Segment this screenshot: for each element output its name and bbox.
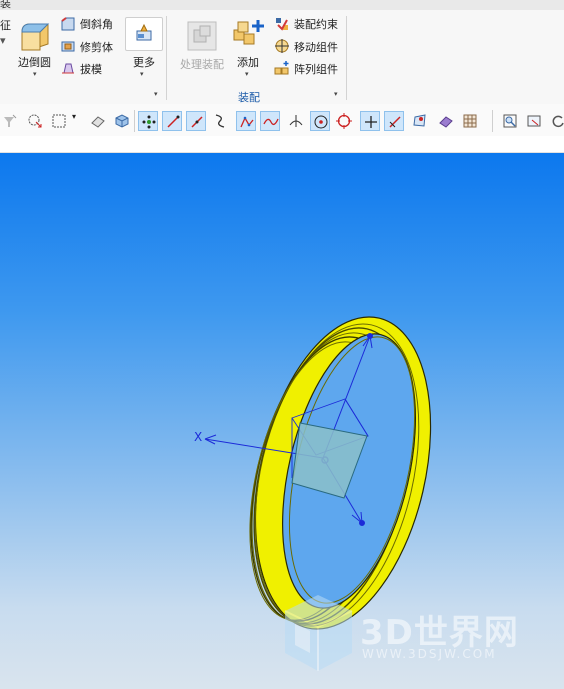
edge-blend-label: 边倒圆 bbox=[18, 56, 51, 69]
chamfer-icon bbox=[61, 17, 75, 31]
view-solid-icon[interactable] bbox=[112, 111, 132, 131]
x-axis-label: X bbox=[194, 430, 203, 444]
add-label: 添加 bbox=[237, 56, 259, 69]
feature-label-fragment: 征 bbox=[0, 19, 11, 32]
snap-grid-icon[interactable] bbox=[460, 111, 480, 131]
view-shaded-icon[interactable] bbox=[88, 111, 108, 131]
snap-curve-icon[interactable] bbox=[186, 111, 206, 131]
selection-toolbar: ▾ bbox=[0, 104, 564, 137]
snap-face-icon[interactable] bbox=[410, 111, 430, 131]
snap-endpoint-icon[interactable] bbox=[138, 111, 158, 131]
move-component-label: 移动组件 bbox=[294, 41, 338, 54]
process-assembly-label: 处理装配 bbox=[180, 58, 224, 71]
trim-body-label: 修剪体 bbox=[80, 41, 113, 54]
graphics-viewport[interactable]: X 3D世界网 WWW.3DSJW.COM bbox=[0, 153, 564, 689]
trim-body-icon bbox=[61, 41, 75, 52]
pattern-component-icon bbox=[274, 61, 289, 75]
assembly-group-expand[interactable]: ▾ bbox=[334, 90, 338, 98]
feature-group-expand[interactable]: ▾ bbox=[154, 90, 158, 98]
snap-line-icon[interactable] bbox=[162, 111, 182, 131]
edge-blend-icon bbox=[21, 23, 50, 51]
snap-center-icon[interactable] bbox=[310, 111, 330, 131]
snap-mesh-icon[interactable] bbox=[436, 111, 456, 131]
select-point-icon[interactable] bbox=[25, 111, 45, 131]
snap-circle-icon[interactable] bbox=[334, 111, 354, 131]
snap-spline-icon[interactable] bbox=[210, 111, 230, 131]
process-assembly-icon bbox=[187, 21, 217, 51]
snap-polyline-icon[interactable] bbox=[236, 111, 256, 131]
snap-intersection-icon[interactable] bbox=[360, 111, 380, 131]
zoom-fit-icon[interactable] bbox=[500, 111, 520, 131]
zoom-window-icon[interactable] bbox=[524, 111, 544, 131]
more-label: 更多 bbox=[133, 56, 155, 69]
more-icon bbox=[136, 23, 152, 41]
chamfer-label: 倒斜角 bbox=[80, 18, 113, 31]
status-bar bbox=[0, 136, 564, 153]
filter-icon[interactable] bbox=[0, 111, 20, 131]
pattern-component-label: 阵列组件 bbox=[294, 63, 338, 76]
draft-label: 拔模 bbox=[80, 63, 102, 76]
draft-icon bbox=[62, 63, 74, 74]
rotate-icon[interactable] bbox=[548, 111, 564, 131]
assembly-group-label: 装配 bbox=[238, 91, 260, 104]
snap-on-line-icon[interactable] bbox=[384, 111, 404, 131]
watermark-url: WWW.3DSJW.COM bbox=[362, 647, 497, 661]
ribbon: 征 ▾ 边倒圆 ▾ 倒斜角 修剪体 拔模 更多 ▾ ▾ 处理装配 添加 ▾ 装配… bbox=[0, 10, 564, 105]
select-dropdown[interactable]: ▾ bbox=[70, 111, 82, 131]
watermark-logo bbox=[284, 595, 353, 671]
add-component-icon bbox=[233, 20, 264, 45]
snap-tangent-icon[interactable] bbox=[286, 111, 306, 131]
box-select-icon[interactable] bbox=[49, 111, 69, 131]
snap-wave-icon[interactable] bbox=[260, 111, 280, 131]
move-component-icon bbox=[275, 39, 289, 53]
assembly-constraint-label: 装配约束 bbox=[294, 18, 338, 31]
assembly-constraint-icon bbox=[276, 18, 288, 31]
